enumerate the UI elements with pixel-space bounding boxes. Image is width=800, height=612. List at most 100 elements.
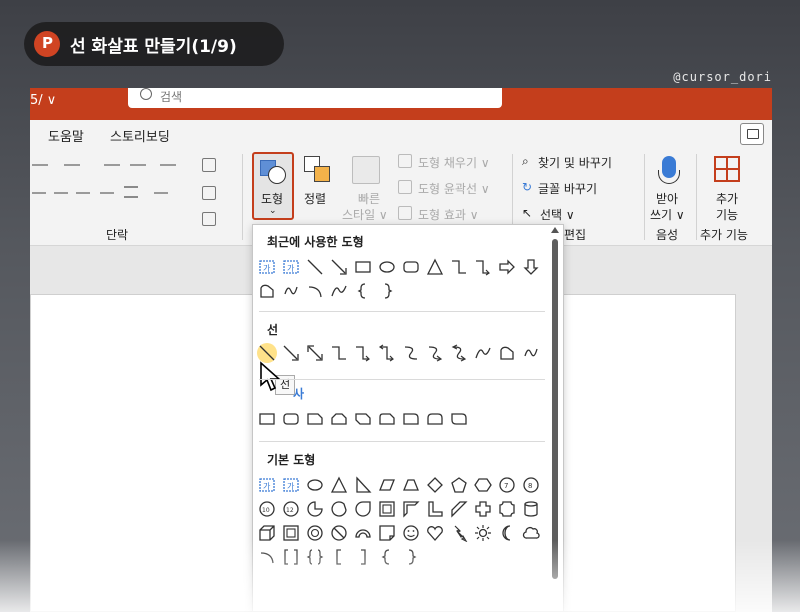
- menu-storyboarding[interactable]: 스토리보딩: [110, 126, 170, 145]
- paint-bucket-icon[interactable]: [398, 154, 412, 168]
- rounded-rectangle-shape-icon[interactable]: [401, 257, 421, 277]
- arrow-line-shape-icon[interactable]: [281, 343, 301, 363]
- diamond-shape-icon[interactable]: [425, 475, 445, 495]
- increase-indent-icon[interactable]: [130, 164, 146, 166]
- shape-fill-label[interactable]: 도형 채우기 ∨: [418, 154, 490, 171]
- heart-shape-icon[interactable]: [425, 523, 445, 543]
- cloud-shape-icon[interactable]: [521, 523, 541, 543]
- arc-shape-icon[interactable]: [305, 281, 325, 301]
- arrange-icon[interactable]: [304, 156, 332, 184]
- pie-shape-icon[interactable]: [305, 499, 325, 519]
- line-shape-icon[interactable]: [257, 343, 277, 363]
- scribble-shape-icon[interactable]: [521, 343, 541, 363]
- pointer-icon[interactable]: ↖: [522, 206, 532, 220]
- heptagon-shape-icon[interactable]: 7: [497, 475, 517, 495]
- pen-icon[interactable]: [398, 180, 412, 194]
- line-shape-icon[interactable]: [305, 257, 325, 277]
- double-brace-shape-icon[interactable]: [305, 547, 325, 567]
- addins-icon[interactable]: [714, 156, 740, 182]
- shape-outline-label[interactable]: 도형 윤곽선 ∨: [418, 180, 490, 197]
- comment-icon[interactable]: [740, 123, 764, 145]
- addins-label-2[interactable]: 기능: [716, 206, 738, 223]
- oval-shape-icon[interactable]: [377, 257, 397, 277]
- down-arrow-shape-icon[interactable]: [521, 257, 541, 277]
- freeform-shape-icon[interactable]: [497, 343, 517, 363]
- textbox-shape-icon[interactable]: 가: [257, 475, 277, 495]
- triangle-shape-icon[interactable]: [329, 475, 349, 495]
- align-center-icon[interactable]: [54, 192, 68, 194]
- curved-connector-shape-icon[interactable]: [401, 343, 421, 363]
- sun-shape-icon[interactable]: [473, 523, 493, 543]
- elbow-double-arrow-connector-shape-icon[interactable]: [377, 343, 397, 363]
- round-same-side-rectangle-shape-icon[interactable]: [425, 409, 445, 429]
- freeform-shape-icon[interactable]: [257, 281, 277, 301]
- donut-shape-icon[interactable]: [305, 523, 325, 543]
- right-bracket-shape-icon[interactable]: [353, 547, 373, 567]
- round-diagonal-rectangle-shape-icon[interactable]: [449, 409, 469, 429]
- dictate-label-2[interactable]: 쓰기 ∨: [650, 206, 685, 223]
- columns-icon[interactable]: [154, 192, 168, 194]
- curve-shape-icon[interactable]: [473, 343, 493, 363]
- diagonal-stripe-shape-icon[interactable]: [449, 499, 469, 519]
- right-brace-shape-icon[interactable]: [401, 547, 421, 567]
- bevel-shape-icon[interactable]: [281, 523, 301, 543]
- double-arrow-line-shape-icon[interactable]: [305, 343, 325, 363]
- rectangle-shape-icon[interactable]: [353, 257, 373, 277]
- chord-shape-icon[interactable]: [329, 499, 349, 519]
- smartart-icon[interactable]: [202, 212, 216, 226]
- menu-help[interactable]: 도움말: [48, 126, 84, 145]
- pentagon-shape-icon[interactable]: [449, 475, 469, 495]
- rectangle-shape-icon[interactable]: [257, 409, 277, 429]
- parallelogram-shape-icon[interactable]: [377, 475, 397, 495]
- vertical-textbox-shape-icon[interactable]: 가: [281, 257, 301, 277]
- align-left-icon[interactable]: [32, 192, 46, 194]
- rounded-rectangle-shape-icon[interactable]: [281, 409, 301, 429]
- right-arrow-shape-icon[interactable]: [497, 257, 517, 277]
- scroll-up-icon[interactable]: [551, 227, 559, 233]
- left-bracket-shape-icon[interactable]: [329, 547, 349, 567]
- triangle-shape-icon[interactable]: [425, 257, 445, 277]
- arc-shape-icon[interactable]: [257, 547, 277, 567]
- search-icon[interactable]: ⌕: [522, 154, 529, 169]
- distribute-icon[interactable]: [124, 186, 138, 198]
- effects-icon[interactable]: [398, 206, 412, 220]
- curved-double-arrow-connector-shape-icon[interactable]: [449, 343, 469, 363]
- block-arc-shape-icon[interactable]: [353, 523, 373, 543]
- decagon-shape-icon[interactable]: 10: [257, 499, 277, 519]
- justify-icon[interactable]: [100, 192, 114, 194]
- half-frame-shape-icon[interactable]: [401, 499, 421, 519]
- cross-shape-icon[interactable]: [473, 499, 493, 519]
- dropdown-scrollbar[interactable]: [551, 227, 559, 611]
- scroll-thumb[interactable]: [552, 239, 558, 579]
- l-shape-icon[interactable]: [425, 499, 445, 519]
- left-brace-shape-icon[interactable]: [377, 547, 397, 567]
- teardrop-shape-icon[interactable]: [353, 499, 373, 519]
- curved-arrow-connector-shape-icon[interactable]: [425, 343, 445, 363]
- lightning-bolt-shape-icon[interactable]: [449, 523, 469, 543]
- plaque-shape-icon[interactable]: [497, 499, 517, 519]
- scribble-shape-icon[interactable]: [281, 281, 301, 301]
- snip-diagonal-rectangle-shape-icon[interactable]: [353, 409, 373, 429]
- elbow-arrow-connector-shape-icon[interactable]: [473, 257, 493, 277]
- snip-same-side-rectangle-shape-icon[interactable]: [329, 409, 349, 429]
- search-box[interactable]: 검색: [128, 88, 502, 108]
- curve-shape-icon[interactable]: [329, 281, 349, 301]
- right-triangle-shape-icon[interactable]: [353, 475, 373, 495]
- frame-shape-icon[interactable]: [377, 499, 397, 519]
- shapes-button[interactable]: 도형 ⌄: [252, 152, 294, 220]
- left-brace-shape-icon[interactable]: [353, 281, 373, 301]
- align-text-icon[interactable]: [202, 186, 216, 200]
- elbow-connector-shape-icon[interactable]: [329, 343, 349, 363]
- oval-shape-icon[interactable]: [305, 475, 325, 495]
- dictate-label-1[interactable]: 받아: [656, 190, 678, 207]
- find-replace-label[interactable]: 찾기 및 바꾸기: [538, 154, 612, 171]
- addins-label-1[interactable]: 추가: [716, 190, 738, 207]
- bullet-list-icon[interactable]: [32, 164, 48, 166]
- vertical-textbox-shape-icon[interactable]: 가: [281, 475, 301, 495]
- trapezoid-shape-icon[interactable]: [401, 475, 421, 495]
- shape-effects-label[interactable]: 도형 효과 ∨: [418, 206, 479, 223]
- moon-shape-icon[interactable]: [497, 523, 517, 543]
- round-corner-rectangle-shape-icon[interactable]: [401, 409, 421, 429]
- folded-corner-shape-icon[interactable]: [377, 523, 397, 543]
- select-label[interactable]: 선택 ∨: [540, 206, 575, 223]
